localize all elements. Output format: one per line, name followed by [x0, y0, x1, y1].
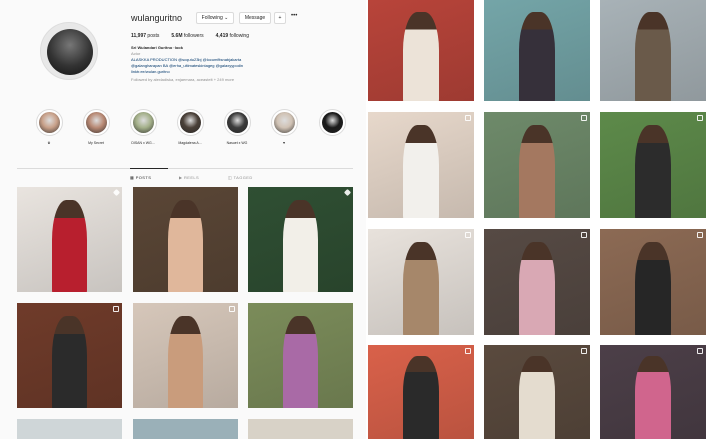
highlight-item[interactable] — [317, 109, 347, 141]
right-post-thumbnail[interactable] — [368, 112, 474, 218]
photo-subject — [402, 12, 439, 101]
left-post-thumbnail[interactable] — [133, 419, 238, 439]
bio-external-link[interactable]: linktr.ee/wulan.guritno — [131, 69, 331, 75]
right-post-thumbnail[interactable] — [600, 112, 706, 218]
highlight-cover — [82, 109, 110, 136]
highlight-item[interactable]: My Secret — [81, 109, 111, 145]
photo-subject — [282, 199, 319, 292]
highlight-cover — [270, 109, 298, 136]
left-post-thumbnail[interactable] — [248, 303, 353, 408]
photo-subject — [402, 124, 439, 218]
highlight-cover — [223, 109, 251, 136]
profile-avatar[interactable] — [40, 22, 98, 80]
posts-grid-right — [366, 0, 720, 439]
photo-subject — [634, 124, 671, 218]
left-post-thumbnail[interactable] — [248, 187, 353, 292]
highlight-item[interactable]: Magdalena A... — [175, 109, 205, 145]
followers-count[interactable]: 5.6M followers — [171, 33, 203, 39]
highlight-cover — [318, 109, 346, 136]
photo-subject — [518, 356, 555, 439]
highlight-item[interactable]: ♛ — [34, 109, 64, 145]
photo-subject — [282, 315, 319, 408]
left-post-thumbnail[interactable] — [17, 419, 122, 439]
reel-icon — [113, 306, 119, 312]
right-post-thumbnail[interactable] — [484, 112, 590, 218]
tab-reels[interactable]: ▶ REELS — [179, 175, 199, 180]
profile-panel: wulanguritno Following ⌄ Message + ••• 1… — [0, 0, 366, 439]
pinned-icon — [112, 188, 121, 197]
left-post-thumbnail[interactable] — [248, 419, 353, 439]
followed-by-text[interactable]: Followed by alexladiska, enjaemara, acea… — [131, 77, 331, 83]
profile-username: wulanguritno — [131, 13, 183, 23]
following-button[interactable]: Following ⌄ — [196, 12, 234, 24]
highlight-cover — [35, 109, 63, 136]
reel-icon — [697, 348, 703, 354]
reel-icon — [465, 115, 471, 121]
highlight-cover — [129, 109, 157, 136]
highlight-item[interactable]: ♥ — [269, 109, 299, 145]
photo-subject — [51, 315, 88, 408]
profile-stats: 11,997 posts 5.6M followers 4,419 follow… — [131, 33, 249, 39]
photo-subject — [518, 241, 555, 335]
photo-subject — [51, 199, 88, 292]
reel-icon — [229, 306, 235, 312]
photo-subject — [167, 315, 204, 408]
suggested-users-button[interactable]: + — [274, 12, 286, 24]
pinned-icon — [343, 188, 352, 197]
message-button[interactable]: Message — [239, 12, 271, 24]
reel-icon — [697, 115, 703, 121]
active-tab-indicator — [130, 168, 168, 169]
highlight-label: My Secret — [88, 141, 104, 145]
more-options-icon[interactable]: ••• — [291, 13, 297, 19]
left-post-thumbnail[interactable] — [17, 187, 122, 292]
right-post-thumbnail[interactable] — [484, 229, 590, 335]
profile-bio: Sri Wulandari Guritno ·look Actor ALASKK… — [131, 45, 331, 83]
photo-subject — [634, 12, 671, 101]
photo-subject — [402, 241, 439, 335]
highlight-item[interactable]: Nasuet x WG — [222, 109, 252, 145]
highlight-label: Magdalena A... — [178, 141, 202, 145]
reel-icon — [581, 232, 587, 238]
highlight-label: ♛ — [47, 141, 51, 145]
tab-posts[interactable]: ▦ POSTS — [130, 175, 151, 180]
highlight-label: Nasuet x WG — [226, 141, 248, 145]
highlight-cover — [176, 109, 204, 136]
tab-tagged[interactable]: ◫ TAGGED — [228, 175, 253, 180]
right-post-thumbnail[interactable] — [600, 345, 706, 439]
right-post-thumbnail[interactable] — [368, 345, 474, 439]
profile-tabs: ▦ POSTS ▶ REELS ◫ TAGGED — [17, 168, 353, 180]
right-post-thumbnail[interactable] — [600, 229, 706, 335]
reel-icon — [465, 348, 471, 354]
chevron-down-icon: ⌄ — [224, 15, 229, 21]
highlight-label: DISAN x WG... — [131, 141, 155, 145]
right-post-thumbnail[interactable] — [600, 0, 706, 101]
right-post-thumbnail[interactable] — [368, 229, 474, 335]
reel-icon — [581, 348, 587, 354]
highlight-item[interactable]: DISAN x WG... — [128, 109, 158, 145]
photo-subject — [634, 241, 671, 335]
photo-subject — [518, 12, 555, 101]
reel-icon — [697, 232, 703, 238]
photo-subject — [518, 124, 555, 218]
left-post-thumbnail[interactable] — [133, 303, 238, 408]
following-label: Following — [201, 15, 223, 21]
left-post-thumbnail[interactable] — [133, 187, 238, 292]
left-post-thumbnail[interactable] — [17, 303, 122, 408]
right-post-thumbnail[interactable] — [484, 0, 590, 101]
add-user-icon: + — [278, 15, 282, 21]
reel-icon — [581, 115, 587, 121]
right-post-thumbnail[interactable] — [368, 0, 474, 101]
photo-subject — [634, 356, 671, 439]
photo-subject — [167, 199, 204, 292]
highlight-label: ♥ — [282, 141, 286, 145]
right-post-thumbnail[interactable] — [484, 345, 590, 439]
reel-icon — [465, 232, 471, 238]
posts-count: 11,997 posts — [131, 33, 160, 39]
following-count[interactable]: 4,419 following — [216, 33, 249, 39]
photo-subject — [402, 356, 439, 439]
